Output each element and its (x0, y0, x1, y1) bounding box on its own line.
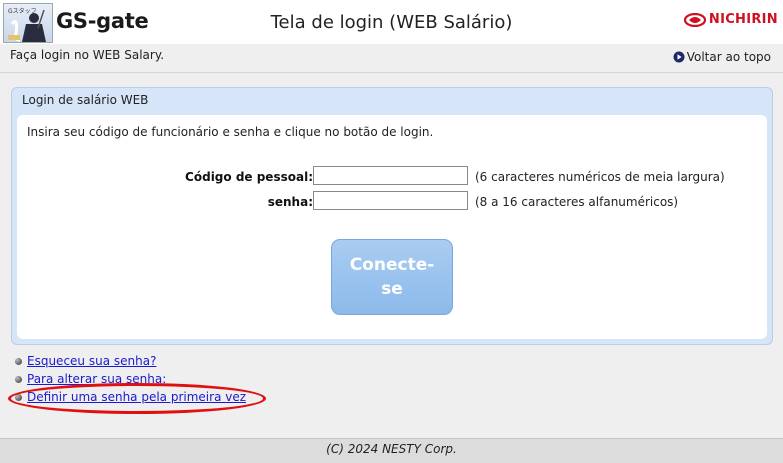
password-input[interactable] (313, 191, 468, 210)
change-password-item: Para alterar sua senha: (15, 372, 166, 386)
nichirin-logo-icon (683, 12, 706, 27)
bullet-icon (15, 375, 22, 383)
change-password-link[interactable]: Para alterar sua senha: (27, 372, 166, 386)
forgot-password-item: Esqueceu sua senha? (15, 354, 156, 368)
bullet-icon (15, 393, 22, 401)
employee-code-hint: (6 caracteres numéricos de meia largura) (475, 170, 725, 184)
login-instructions: Insira seu código de funcionário e senha… (27, 125, 434, 139)
forgot-password-link[interactable]: Esqueceu sua senha? (27, 354, 156, 368)
copyright-text: (C) 2024 NESTY Corp. (326, 442, 457, 456)
page-title: Tela de login (WEB Salário) (270, 12, 513, 33)
brand-name: NICHIRIN (708, 12, 778, 27)
back-to-top-link[interactable]: Voltar ao topo (673, 50, 771, 64)
login-form: Insira seu código de funcionário e senha… (17, 115, 767, 339)
bullet-icon (15, 357, 22, 365)
set-first-password-item: Definir uma senha pela primeira vez (15, 390, 246, 404)
employee-code-label: Código de pessoal: (185, 170, 313, 184)
login-prompt: Faça login no WEB Salary. (10, 48, 165, 62)
login-button-label-line2: se (381, 279, 403, 299)
header: Gスタッフ GS-gate Tela de login (WEB Salário… (0, 0, 783, 44)
footer: (C) 2024 NESTY Corp. (0, 438, 783, 463)
back-to-top-label: Voltar ao topo (686, 50, 771, 64)
employee-code-input[interactable] (313, 166, 468, 185)
panel-heading: Login de salário WEB (22, 93, 149, 107)
login-button[interactable]: Conecte- se (331, 239, 453, 315)
login-button-label-line1: Conecte- (349, 255, 435, 275)
play-circle-icon (673, 51, 685, 63)
login-panel: Login de salário WEB Insira seu código d… (11, 87, 773, 345)
set-first-password-link[interactable]: Definir uma senha pela primeira vez (27, 390, 246, 404)
password-label: senha: (267, 195, 313, 209)
password-hint: (8 a 16 caracteres alfanuméricos) (475, 195, 679, 209)
brand-logo: NICHIRIN (683, 12, 778, 27)
info-bar: Faça login no WEB Salary. Voltar ao topo (0, 44, 783, 73)
